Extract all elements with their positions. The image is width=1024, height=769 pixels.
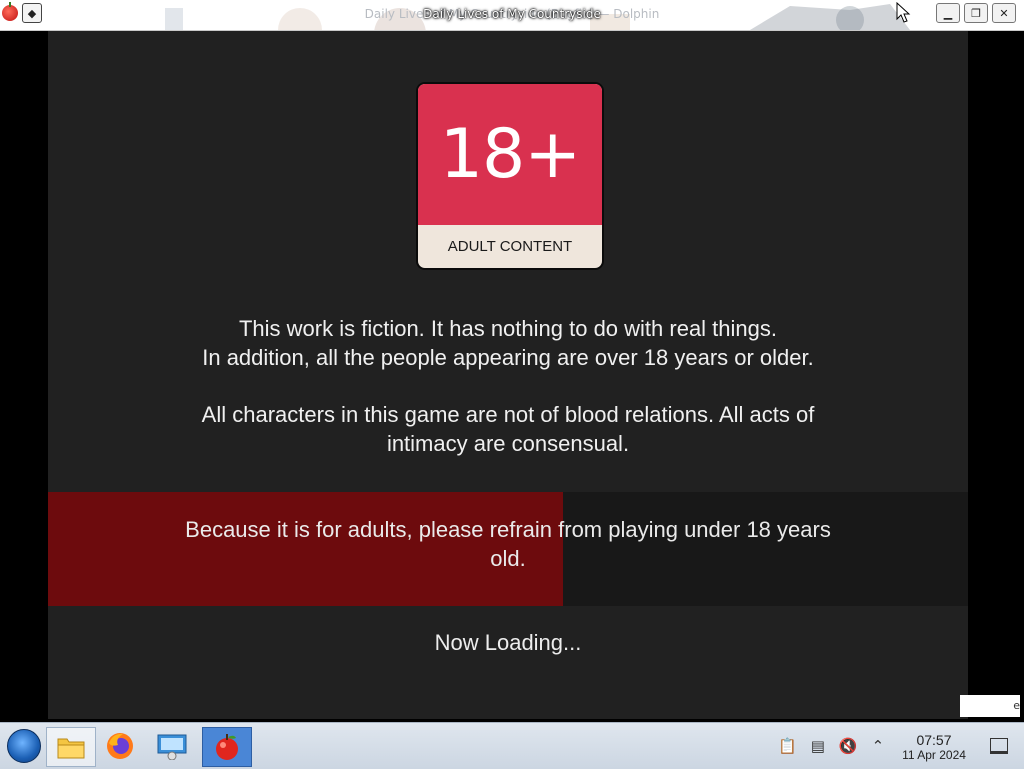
clock-date: 11 Apr 2024 bbox=[902, 748, 966, 762]
fiction-disclaimer: This work is fiction. It has nothing to … bbox=[48, 314, 968, 372]
network-computer-icon bbox=[157, 734, 187, 760]
age-rating-badge-top: 18+ bbox=[418, 84, 602, 225]
clock-time: 07:57 bbox=[916, 732, 952, 748]
age-rating-label: ADULT CONTENT bbox=[447, 238, 573, 255]
maximize-button[interactable]: ❐ bbox=[964, 3, 988, 23]
folder-icon bbox=[57, 738, 85, 759]
clipboard-icon[interactable]: 📋 bbox=[778, 737, 797, 755]
age-rating-badge: 18+ ADULT CONTENT bbox=[416, 82, 604, 270]
speaker-muted-icon[interactable]: 🔇 bbox=[839, 737, 858, 755]
system-tray: 📋 ▤ 🔇 ⌃ bbox=[778, 737, 884, 755]
age-warning-text: Because it is for adults, please refrain… bbox=[185, 517, 831, 571]
start-button[interactable] bbox=[2, 727, 46, 765]
window-title: Daily Lives of My Countryside bbox=[423, 7, 601, 21]
window-controls: ▁ ❐ ✕ bbox=[936, 3, 1016, 23]
apple-game-icon bbox=[216, 734, 238, 760]
taskbar-game-window[interactable] bbox=[202, 727, 252, 767]
background-window-fragment: e bbox=[960, 695, 1020, 717]
loading-status: Now Loading... bbox=[434, 630, 582, 655]
tray-expand-icon[interactable]: ⌃ bbox=[872, 737, 885, 755]
taskbar: 📋 ▤ 🔇 ⌃ 07:57 11 Apr 2024 bbox=[0, 722, 1024, 769]
relations-disclaimer: All characters in this game are not of b… bbox=[201, 402, 815, 456]
age-warning-band: Because it is for adults, please refrain… bbox=[48, 492, 968, 606]
show-desktop-icon[interactable] bbox=[990, 738, 1008, 754]
window-titlebar[interactable]: ◆ Daily Lives of My Countryside (Bugfix)… bbox=[0, 0, 1024, 31]
taskbar-network-manager[interactable] bbox=[150, 727, 194, 765]
start-orb-icon bbox=[7, 729, 41, 763]
game-viewport[interactable]: 18+ ADULT CONTENT This work is fiction. … bbox=[48, 31, 968, 719]
close-button[interactable]: ✕ bbox=[992, 3, 1016, 23]
battery-icon[interactable]: ▤ bbox=[811, 737, 825, 755]
taskbar-file-manager[interactable] bbox=[46, 727, 96, 767]
disclaimer-line-1: This work is fiction. It has nothing to … bbox=[238, 316, 778, 341]
taskbar-clock[interactable]: 07:57 11 Apr 2024 bbox=[894, 732, 974, 763]
minimize-button[interactable]: ▁ bbox=[936, 3, 960, 23]
mouse-cursor-icon bbox=[896, 2, 911, 23]
age-rating-number: 18+ bbox=[439, 114, 582, 194]
disclaimer-line-2: In addition, all the people appearing ar… bbox=[202, 345, 814, 370]
firefox-icon bbox=[107, 733, 133, 759]
taskbar-firefox[interactable] bbox=[98, 727, 142, 765]
